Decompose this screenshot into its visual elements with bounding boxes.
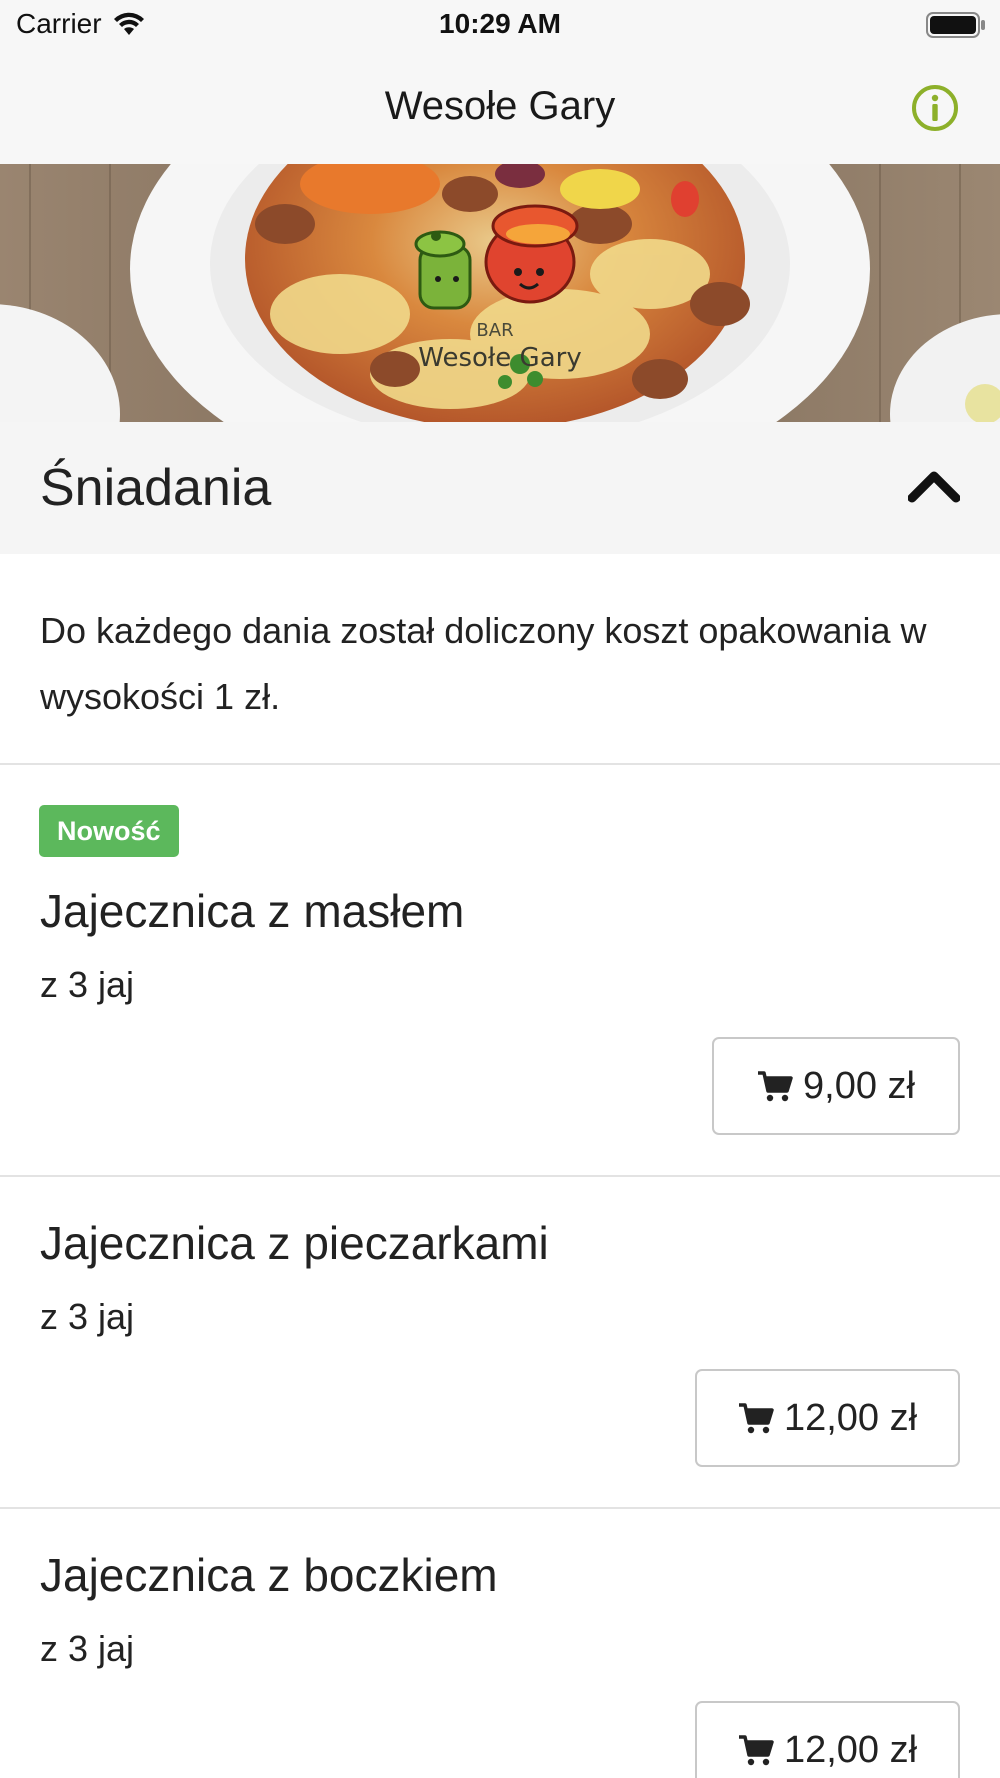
navigation-bar: Wesołe Gary	[0, 50, 1000, 164]
divider	[0, 1175, 1000, 1177]
item-name: Jajecznica z pieczarkami	[40, 1217, 549, 1269]
divider	[0, 1507, 1000, 1509]
battery-icon	[926, 12, 985, 38]
info-icon[interactable]	[910, 83, 960, 133]
item-name: Jajecznica z masłem	[40, 885, 465, 937]
section-header-breakfast[interactable]: Śniadania	[0, 422, 1000, 554]
divider	[0, 763, 1000, 765]
item-name: Jajecznica z boczkiem	[40, 1549, 498, 1601]
cart-icon	[738, 1735, 774, 1766]
hero-logo-line1: BAR	[476, 320, 513, 341]
hero-food-image: BAR Wesołe Gary	[0, 164, 1000, 422]
cart-icon	[738, 1403, 774, 1434]
item-description: z 3 jaj	[40, 964, 135, 1005]
item-description: z 3 jaj	[40, 1296, 135, 1337]
add-to-cart-button[interactable]: 12,00 zł	[695, 1369, 960, 1467]
hero-logo-line2: Wesołe Gary	[418, 343, 581, 373]
add-to-cart-button[interactable]: 12,00 zł	[695, 1701, 960, 1778]
packaging-notice: Do każdego dania został doliczony koszt …	[40, 610, 927, 717]
add-to-cart-button[interactable]: 9,00 zł	[712, 1037, 960, 1135]
price-label: 9,00 zł	[803, 1064, 915, 1107]
hero-banner: BAR Wesołe Gary	[0, 164, 1000, 422]
status-bar: Carrier 10:29 AM	[0, 0, 1000, 50]
price-label: 12,00 zł	[783, 1728, 918, 1771]
price-label: 12,00 zł	[783, 1396, 918, 1439]
item-description: z 3 jaj	[40, 1628, 135, 1669]
cart-icon	[758, 1071, 793, 1102]
page-title: Wesołe Gary	[384, 84, 616, 128]
section-title: Śniadania	[40, 459, 272, 517]
chevron-up-icon[interactable]	[908, 466, 960, 506]
new-badge: Nowość	[39, 805, 179, 857]
status-time: 10:29 AM	[439, 8, 561, 39]
